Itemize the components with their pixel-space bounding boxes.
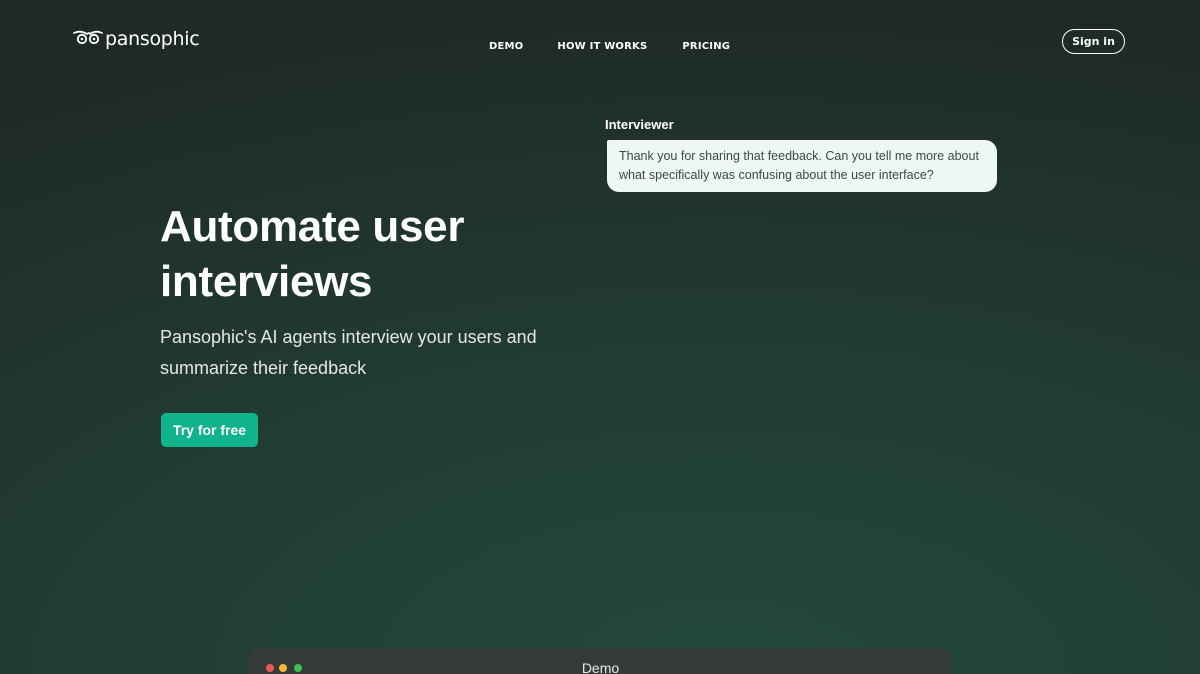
nav-how-it-works-link[interactable]: HOW IT WORKS: [557, 41, 647, 52]
nav-pricing-link[interactable]: PRICING: [682, 41, 730, 52]
nav-demo-link[interactable]: DEMO: [489, 41, 523, 52]
demo-window: Demo: [249, 648, 952, 674]
logo-text: pansophic: [105, 28, 200, 50]
owl-eyes-icon: [73, 29, 103, 50]
chat-speaker-label: Interviewer: [605, 117, 674, 132]
sign-in-button[interactable]: Sign in: [1062, 29, 1125, 54]
try-for-free-button[interactable]: Try for free: [161, 413, 258, 447]
logo[interactable]: pansophic: [73, 28, 200, 50]
main-nav: DEMO HOW IT WORKS PRICING: [489, 41, 730, 52]
demo-window-title: Demo: [581, 660, 620, 674]
hero-subtitle: Pansophic's AI agents interview your use…: [160, 327, 537, 378]
hero-title: Automate user interviews: [160, 202, 465, 306]
chat-message-bubble: Thank you for sharing that feedback. Can…: [607, 140, 997, 192]
